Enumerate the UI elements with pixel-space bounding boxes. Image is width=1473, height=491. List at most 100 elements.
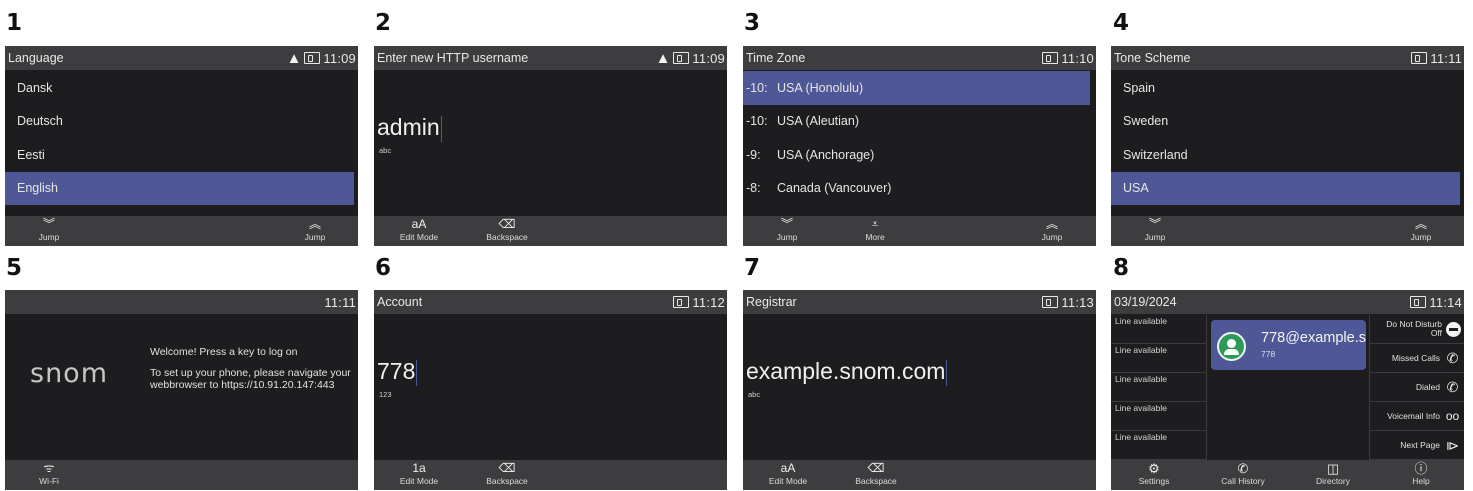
backspace-icon: ⌫ (867, 461, 885, 475)
call-history-button[interactable]: ✆ Call History (1198, 462, 1288, 487)
dialed-key[interactable]: Dialed ✆ (1369, 373, 1464, 402)
double-chevron-up-icon: ︽ (1414, 217, 1427, 231)
text-input[interactable]: example.snom.com (746, 358, 948, 386)
line-key[interactable]: Line available (1111, 431, 1207, 460)
screen-title: Time Zone (746, 51, 806, 65)
text-input[interactable]: admin (377, 114, 442, 142)
phone-screen-idle: 03/19/2024 11:14 Line available Line ava… (1111, 290, 1464, 490)
date: 03/19/2024 (1114, 295, 1177, 309)
status-bar: Enter new HTTP username ▲ 11:09 (374, 46, 727, 70)
clock: 11:14 (1429, 294, 1462, 310)
voicemail-info-key[interactable]: Voicemail Info oo (1369, 402, 1464, 431)
jump-up-button[interactable]: ︽ Jump (1386, 217, 1456, 243)
voicemail-icon: oo (1445, 408, 1460, 423)
identity-name: 778@example.snom.com (1261, 330, 1366, 346)
clock: 11:13 (1061, 294, 1094, 310)
clock: 11:12 (692, 294, 725, 310)
backspace-icon: ⌫ (498, 217, 516, 231)
do-not-disturb-key[interactable]: Do Not Disturb Off (1369, 315, 1464, 344)
list-item[interactable]: Eesti (5, 138, 358, 172)
edit-mode-icon: aA (780, 461, 796, 475)
list-item-selected[interactable]: -10: USA (Honolulu) (743, 71, 1090, 105)
line-key[interactable]: Line available (1111, 344, 1207, 373)
phone-screen-http-username: Enter new HTTP username ▲ 11:09 admin abc… (374, 46, 727, 246)
phone-screen-registrar: Registrar 11:13 example.snom.com abc aA E… (743, 290, 1096, 490)
screen-title: Account (377, 295, 423, 309)
edit-mode-button[interactable]: aA Edit Mode (753, 461, 823, 487)
double-chevron-up-icon: ︽ (1045, 217, 1058, 231)
panel-number: 8 (1113, 255, 1130, 281)
clock: 11:09 (692, 50, 725, 66)
backspace-button[interactable]: ⌫ Backspace (841, 461, 911, 487)
double-chevron-down-icon: ︾ (780, 217, 793, 231)
list-item[interactable]: Sweden (1111, 105, 1464, 139)
more-icon: ⩡ (871, 217, 879, 231)
input-mode-indicator: abc (748, 390, 761, 399)
list-item[interactable]: -9: USA (Anchorage) (743, 138, 1096, 172)
jump-down-button[interactable]: ︾ Jump (14, 218, 84, 243)
line-key[interactable]: Line available (1111, 315, 1207, 344)
tone-scheme-list: Spain Sweden Switzerland USA (1111, 71, 1464, 205)
wifi-button[interactable]: ᯤ Wi-Fi (14, 462, 84, 487)
keyboard-lock-icon (1410, 296, 1427, 308)
function-keys: Do Not Disturb Off Missed Calls ✆ Dialed ✆… (1369, 315, 1464, 460)
keyboard-lock-icon (304, 52, 321, 64)
keyboard-lock-icon (673, 52, 690, 64)
backspace-icon: ⌫ (498, 461, 516, 475)
list-item-selected[interactable]: USA (1111, 171, 1460, 205)
status-bar: Account 11:12 (374, 290, 727, 314)
keyboard-lock-icon (673, 296, 690, 308)
directory-button[interactable]: ◫ Directory (1288, 462, 1378, 487)
screen-title: Tone Scheme (1114, 51, 1191, 65)
list-item[interactable]: -8: Canada (Vancouver) (743, 172, 1096, 206)
dialed-call-icon: ✆ (1446, 378, 1459, 395)
panel-number: 5 (6, 255, 23, 281)
phone-screen-account: Account 11:12 778 123 1a Edit Mode ⌫ Backs… (374, 290, 727, 490)
jump-up-button[interactable]: ︽ Jump (280, 218, 350, 243)
text-caret (416, 359, 418, 386)
phone-screen-welcome: 11:11 snom Welcome! Press a key to log o… (5, 290, 358, 490)
edit-mode-icon: 1a (412, 461, 426, 475)
edit-mode-button[interactable]: 1a Edit Mode (384, 461, 454, 487)
line-key[interactable]: Line available (1111, 373, 1207, 402)
list-item[interactable]: Dansk (5, 71, 358, 105)
help-button[interactable]: ⓘ Help (1376, 462, 1464, 487)
line-key[interactable]: Line available (1111, 402, 1207, 431)
next-page-icon: ⧐ (1446, 437, 1459, 453)
missed-call-icon: ✆ (1446, 349, 1459, 366)
panel-number: 7 (744, 255, 761, 281)
text-input[interactable]: 778 (377, 358, 418, 386)
screen-title: Enter new HTTP username (377, 51, 529, 65)
next-page-key[interactable]: Next Page ⧐ (1369, 431, 1464, 460)
welcome-message: Welcome! Press a key to log on To set up… (150, 346, 351, 391)
snom-logo: snom (30, 358, 108, 389)
language-list: Dansk Deutsch Eesti English (5, 71, 358, 205)
status-bar: 11:11 (5, 290, 358, 314)
keyboard-lock-icon (1042, 296, 1059, 308)
list-item[interactable]: Spain (1111, 71, 1464, 105)
status-bar: 03/19/2024 11:14 (1111, 290, 1464, 314)
missed-calls-key[interactable]: Missed Calls ✆ (1369, 344, 1464, 373)
jump-down-button[interactable]: ︾ Jump (1120, 218, 1190, 243)
list-item[interactable]: Switzerland (1111, 138, 1464, 172)
line-keys: Line available Line available Line avail… (1111, 315, 1207, 460)
identity-card[interactable]: 778@example.snom.com 778 (1211, 320, 1366, 370)
list-item[interactable]: Deutsch (5, 105, 358, 139)
backspace-button[interactable]: ⌫ Backspace (472, 461, 542, 487)
status-bar: Registrar 11:13 (743, 290, 1096, 314)
jump-down-button[interactable]: ︾ Jump (752, 217, 822, 243)
edit-mode-icon: aA (411, 217, 427, 231)
jump-up-button[interactable]: ︽ Jump (1017, 217, 1087, 243)
keyboard-lock-icon (1042, 52, 1059, 64)
list-item-selected[interactable]: English (5, 171, 354, 205)
backspace-button[interactable]: ⌫ Backspace (472, 217, 542, 243)
softkey-bar: ︾ Jump ⩡ More ︽ Jump (743, 216, 1096, 246)
more-button[interactable]: ⩡ More (840, 217, 910, 243)
edit-mode-button[interactable]: aA Edit Mode (384, 217, 454, 243)
list-item[interactable]: -10: USA (Aleutian) (743, 105, 1096, 139)
panel-number: 6 (375, 255, 392, 281)
panel-number: 1 (6, 10, 23, 36)
warning-icon: ▲ (655, 49, 671, 67)
warning-icon: ▲ (286, 49, 302, 67)
settings-button[interactable]: ⚙ Settings (1111, 462, 1199, 487)
